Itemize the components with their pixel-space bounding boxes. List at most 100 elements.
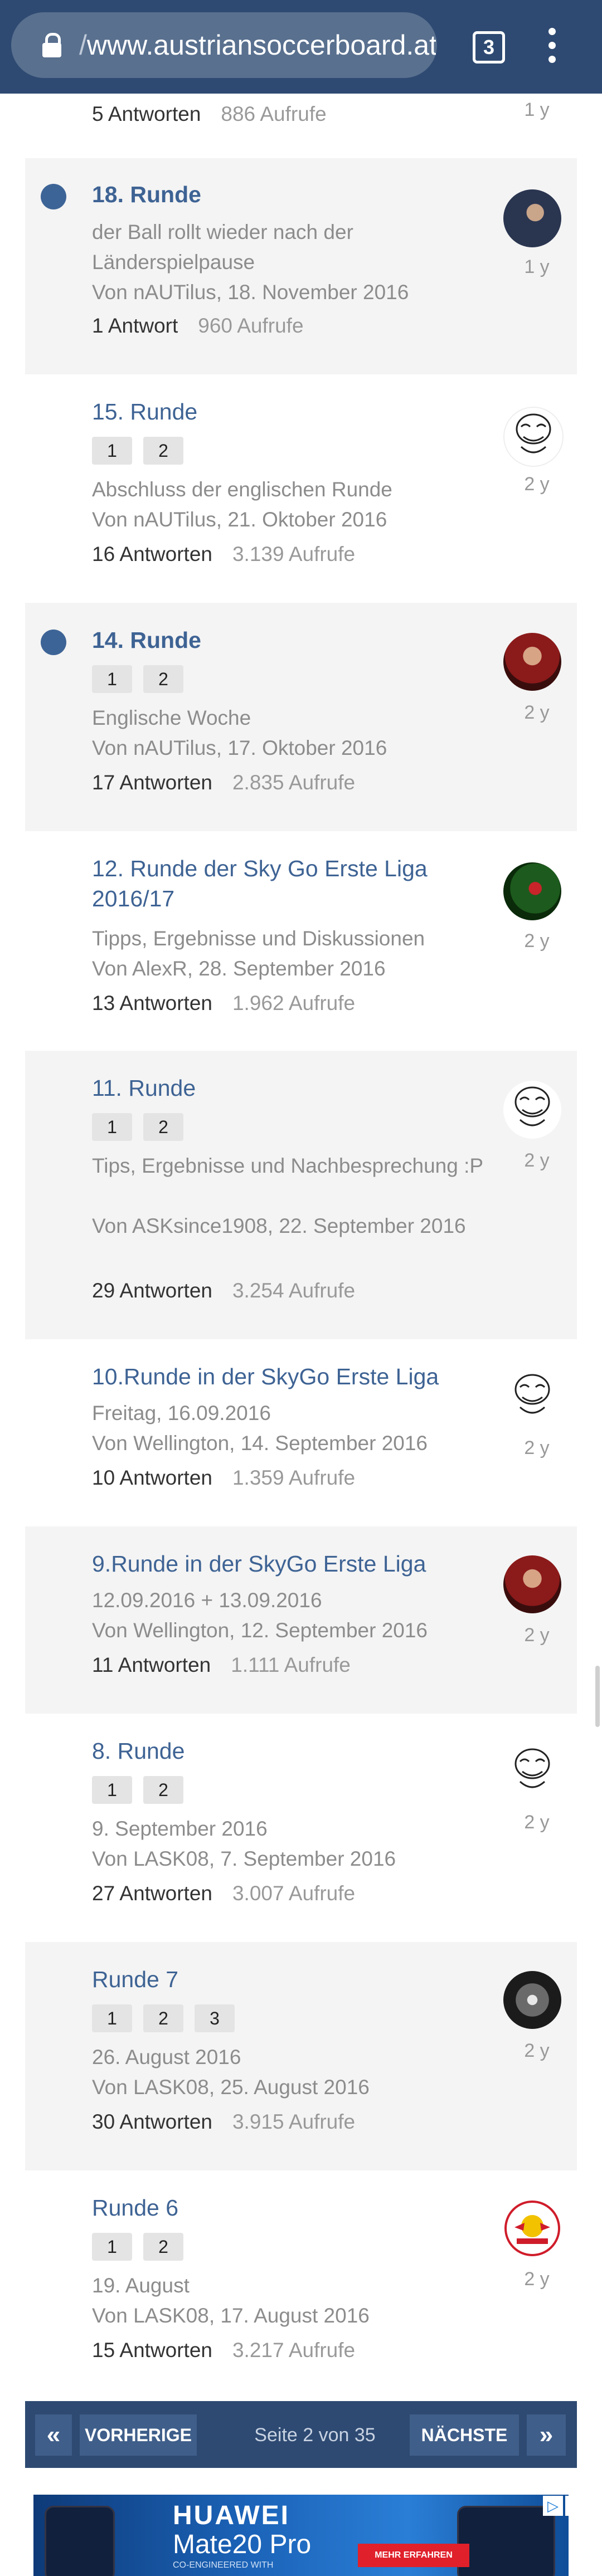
- thread-title[interactable]: 8. Runde: [92, 1736, 493, 1766]
- page-link[interactable]: 1: [92, 1113, 132, 1141]
- answers-count: 29 Antworten: [92, 1279, 212, 1302]
- page-link[interactable]: 2: [143, 437, 183, 465]
- thread-stats: 1 Antwort 960 Aufrufe: [92, 311, 304, 341]
- previous-page-button[interactable]: VORHERIGE: [80, 2414, 197, 2456]
- thread-row[interactable]: 12. Runde der Sky Go Erste Liga 2016/17 …: [25, 831, 577, 1051]
- answers-count: 5 Antworten: [92, 103, 201, 125]
- answers-count: 16 Antworten: [92, 543, 212, 565]
- answers-count: 13 Antworten: [92, 992, 212, 1014]
- phone-image: [45, 2506, 115, 2576]
- thread-age: 1 y: [524, 256, 550, 277]
- page-link[interactable]: 1: [92, 665, 132, 693]
- avatar[interactable]: [503, 1743, 561, 1801]
- thread-title[interactable]: Runde 7: [92, 1964, 493, 1994]
- thread-title[interactable]: 9.Runde in der SkyGo Erste Liga: [92, 1549, 493, 1579]
- avatar[interactable]: [503, 407, 564, 467]
- ad-brand: HUAWEI: [173, 2501, 290, 2530]
- page-jump-links: 1 2: [92, 1113, 183, 1141]
- avatar[interactable]: [503, 633, 561, 691]
- thread-age: 2 y: [524, 474, 550, 495]
- page-link[interactable]: 1: [92, 2233, 132, 2261]
- thread-row[interactable]: 10.Runde in der SkyGo Erste Liga Freitag…: [25, 1339, 577, 1526]
- avatar[interactable]: [503, 862, 561, 920]
- thread-title[interactable]: Runde 6: [92, 2193, 493, 2223]
- thread-row[interactable]: 8. Runde 1 2 9. September 2016 Von LASK0…: [25, 1714, 577, 1942]
- views-count: 3.007 Aufrufe: [232, 1882, 356, 1905]
- page-jump-links: 1 2 3: [92, 2004, 235, 2032]
- ad-controls: ▷ ✕: [543, 2496, 569, 2516]
- thread-subtitle: Freitag, 16.09.2016: [92, 1402, 271, 1424]
- avatar[interactable]: [503, 1368, 561, 1426]
- scrollbar[interactable]: [595, 1666, 600, 1727]
- page-jump-links: 1 2: [92, 437, 183, 465]
- thread-title[interactable]: 12. Runde der Sky Go Erste Liga 2016/17: [92, 853, 493, 914]
- page-link[interactable]: 3: [195, 2004, 235, 2032]
- page-jump-links: 1 2: [92, 665, 183, 693]
- page-jump-links: 1 2: [92, 1776, 183, 1804]
- thread-row[interactable]: Runde 7 1 2 3 26. August 2016 Von LASK08…: [25, 1942, 577, 2170]
- avatar[interactable]: [503, 2199, 561, 2257]
- thread-age: 2 y: [524, 2268, 550, 2290]
- answers-count: 30 Antworten: [92, 2110, 212, 2133]
- thread-title[interactable]: 11. Runde: [92, 1073, 493, 1103]
- thread-title[interactable]: 14. Runde: [92, 625, 493, 655]
- thread-age: 1 y: [524, 99, 550, 120]
- views-count: 960 Aufrufe: [198, 314, 304, 337]
- page-indicator: Seite 2 von 35: [254, 2424, 376, 2446]
- close-icon[interactable]: ✕: [565, 2496, 569, 2516]
- next-page-button[interactable]: NÄCHSTE: [410, 2414, 519, 2456]
- thread-stats: 10 Antworten 1.359 Aufrufe: [92, 1463, 355, 1493]
- pagination-bar: « VORHERIGE Seite 2 von 35 NÄCHSTE »: [25, 2401, 577, 2468]
- page-link[interactable]: 1: [92, 2004, 132, 2032]
- views-count: 3.915 Aufrufe: [232, 2110, 356, 2133]
- thread-title[interactable]: 18. Runde: [92, 179, 493, 209]
- page-link[interactable]: 2: [143, 665, 183, 693]
- views-count: 3.217 Aufrufe: [232, 2339, 356, 2362]
- thread-row-partial[interactable]: 5 Antworten 886 Aufrufe 1 y: [25, 94, 577, 144]
- ad-cta-button[interactable]: MEHR ERFAHREN: [358, 2544, 469, 2567]
- thread-author: Von nAUTilus, 18. November 2016: [92, 281, 409, 304]
- page-link[interactable]: 1: [92, 1776, 132, 1804]
- thread-author: Von ASKsince1908, 22. September 2016: [92, 1214, 466, 1237]
- thread-row[interactable]: 11. Runde 1 2 Tips, Ergebnisse und Nachb…: [25, 1051, 577, 1339]
- thread-title[interactable]: 15. Runde: [92, 397, 493, 427]
- thread-age: 2 y: [524, 1624, 550, 1646]
- views-count: 1.962 Aufrufe: [232, 992, 356, 1014]
- views-count: 2.835 Aufrufe: [232, 771, 356, 794]
- page-link[interactable]: 2: [143, 2004, 183, 2032]
- thread-subtitle: Abschluss der englischen Runde: [92, 478, 392, 501]
- thread-age: 2 y: [524, 2040, 550, 2061]
- page-link[interactable]: 2: [143, 1776, 183, 1804]
- thread-row[interactable]: Runde 6 1 2 19. August Von LASK08, 17. A…: [25, 2170, 577, 2399]
- first-page-button[interactable]: «: [35, 2414, 72, 2456]
- last-page-button[interactable]: »: [527, 2414, 566, 2456]
- thread-author: Von LASK08, 25. August 2016: [92, 2076, 370, 2099]
- page-link[interactable]: 2: [143, 1113, 183, 1141]
- url-text[interactable]: /www.austriansoccerboard.at: [79, 29, 436, 61]
- page-link[interactable]: 1: [92, 437, 132, 465]
- thread-author: Von Wellington, 12. September 2016: [92, 1619, 428, 1642]
- thread-author: Von Wellington, 14. September 2016: [92, 1432, 428, 1455]
- avatar[interactable]: [503, 1555, 561, 1613]
- avatar[interactable]: [503, 189, 561, 247]
- more-options-icon[interactable]: [548, 28, 556, 65]
- ad-banner[interactable]: HUAWEI Mate20 Pro CO-ENGINEERED WITH MEH…: [33, 2495, 569, 2576]
- views-count: 3.139 Aufrufe: [232, 543, 356, 565]
- phone-image: [457, 2506, 555, 2576]
- thread-subtitle: 9. September 2016: [92, 1817, 268, 1840]
- avatar[interactable]: [503, 1971, 561, 2029]
- thread-title[interactable]: 10.Runde in der SkyGo Erste Liga: [92, 1362, 493, 1392]
- thread-author: Von nAUTilus, 21. Oktober 2016: [92, 508, 387, 531]
- avatar[interactable]: [503, 1081, 561, 1139]
- thread-age: 2 y: [524, 1812, 550, 1833]
- thread-age: 2 y: [524, 1150, 550, 1171]
- tab-switcher-button[interactable]: 3: [473, 31, 505, 64]
- thread-row[interactable]: 14. Runde 1 2 Englische Woche Von nAUTil…: [25, 603, 577, 831]
- address-bar[interactable]: /www.austriansoccerboard.at: [11, 12, 437, 78]
- thread-subtitle: Englische Woche: [92, 706, 251, 729]
- thread-row[interactable]: 15. Runde 1 2 Abschluss der englischen R…: [25, 374, 577, 603]
- thread-row[interactable]: 18. Runde der Ball rollt wieder nach der…: [25, 158, 577, 374]
- page-link[interactable]: 2: [143, 2233, 183, 2261]
- thread-row[interactable]: 9.Runde in der SkyGo Erste Liga 12.09.20…: [25, 1526, 577, 1714]
- ad-choices-icon[interactable]: ▷: [543, 2496, 563, 2516]
